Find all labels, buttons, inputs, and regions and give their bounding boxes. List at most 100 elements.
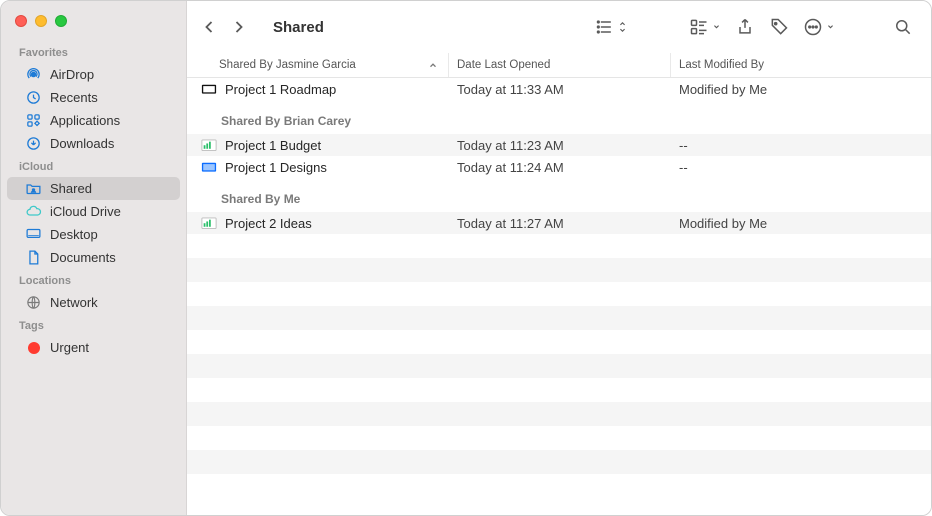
share-button[interactable] bbox=[731, 17, 759, 37]
column-header-name-label: Shared By Jasmine Garcia bbox=[219, 59, 356, 71]
view-mode-button[interactable] bbox=[591, 17, 631, 37]
column-header-modified[interactable]: Last Modified By bbox=[671, 53, 931, 77]
file-modified: -- bbox=[671, 160, 931, 175]
sidebar-item-label: Urgent bbox=[50, 340, 89, 355]
sidebar-item-label: Desktop bbox=[50, 227, 98, 242]
sidebar-item-label: iCloud Drive bbox=[50, 204, 121, 219]
file-row[interactable]: Project 2 Ideas Today at 11:27 AM Modifi… bbox=[187, 212, 931, 234]
file-modified: Modified by Me bbox=[671, 216, 931, 231]
sort-ascending-icon bbox=[428, 60, 438, 70]
sidebar-item-label: Recents bbox=[50, 90, 98, 105]
toolbar: Shared bbox=[187, 1, 931, 53]
empty-row bbox=[187, 330, 931, 354]
empty-row bbox=[187, 234, 931, 258]
shared-folder-icon bbox=[25, 180, 42, 197]
sidebar-item-recents[interactable]: Recents bbox=[7, 86, 180, 109]
empty-row bbox=[187, 426, 931, 450]
sidebar-section-favorites: Favorites bbox=[1, 41, 186, 63]
list-view-icon bbox=[595, 17, 615, 37]
globe-icon bbox=[25, 294, 42, 311]
empty-row bbox=[187, 354, 931, 378]
sidebar-item-label: Shared bbox=[50, 181, 92, 196]
updown-chevron-icon bbox=[618, 20, 627, 34]
ellipsis-circle-icon bbox=[803, 17, 823, 37]
forward-button[interactable] bbox=[225, 14, 253, 40]
file-name: Project 1 Roadmap bbox=[225, 82, 336, 97]
file-row[interactable]: Project 1 Roadmap Today at 11:33 AM Modi… bbox=[187, 78, 931, 100]
sidebar-item-label: Applications bbox=[50, 113, 120, 128]
sidebar-item-tag-urgent[interactable]: Urgent bbox=[7, 336, 180, 359]
file-name: Project 1 Budget bbox=[225, 138, 321, 153]
file-name: Project 2 Ideas bbox=[225, 216, 312, 231]
numbers-icon bbox=[201, 216, 217, 230]
search-button[interactable] bbox=[889, 17, 917, 37]
download-icon bbox=[25, 135, 42, 152]
column-header-name[interactable]: Shared By Jasmine Garcia bbox=[197, 53, 449, 77]
file-modified: -- bbox=[671, 138, 931, 153]
column-headers: Shared By Jasmine Garcia Date Last Opene… bbox=[187, 53, 931, 78]
window-controls bbox=[1, 9, 186, 41]
file-date: Today at 11:23 AM bbox=[449, 138, 671, 153]
sidebar-item-icloud-drive[interactable]: iCloud Drive bbox=[7, 200, 180, 223]
group-header: Shared By Brian Carey bbox=[187, 100, 931, 134]
file-list: Project 1 Roadmap Today at 11:33 AM Modi… bbox=[187, 78, 931, 515]
sidebar-item-label: Network bbox=[50, 295, 98, 310]
sidebar-item-applications[interactable]: Applications bbox=[7, 109, 180, 132]
close-window-button[interactable] bbox=[15, 15, 27, 27]
sidebar-item-label: AirDrop bbox=[50, 67, 94, 82]
file-date: Today at 11:24 AM bbox=[449, 160, 671, 175]
numbers-icon bbox=[201, 138, 217, 152]
file-name: Project 1 Designs bbox=[225, 160, 327, 175]
search-icon bbox=[893, 17, 913, 37]
sidebar-section-tags: Tags bbox=[1, 314, 186, 336]
cloud-icon bbox=[25, 203, 42, 220]
nav-buttons bbox=[195, 14, 259, 40]
clock-icon bbox=[25, 89, 42, 106]
document-icon bbox=[25, 249, 42, 266]
chevron-down-icon bbox=[712, 20, 721, 34]
sidebar-section-icloud: iCloud bbox=[1, 155, 186, 177]
sidebar-item-desktop[interactable]: Desktop bbox=[7, 223, 180, 246]
sidebar-item-documents[interactable]: Documents bbox=[7, 246, 180, 269]
keynote-icon bbox=[201, 82, 217, 96]
chevron-down-icon bbox=[826, 20, 835, 34]
empty-row bbox=[187, 282, 931, 306]
tags-button[interactable] bbox=[765, 17, 793, 37]
empty-row bbox=[187, 258, 931, 282]
finder-window: Favorites AirDrop Recents Applications D… bbox=[0, 0, 932, 516]
group-header: Shared By Me bbox=[187, 178, 931, 212]
file-modified: Modified by Me bbox=[671, 82, 931, 97]
minimize-window-button[interactable] bbox=[35, 15, 47, 27]
tag-icon bbox=[769, 17, 789, 37]
sidebar-item-network[interactable]: Network bbox=[7, 291, 180, 314]
airdrop-icon bbox=[25, 66, 42, 83]
file-date: Today at 11:27 AM bbox=[449, 216, 671, 231]
window-title: Shared bbox=[265, 19, 324, 36]
sidebar-item-label: Documents bbox=[50, 250, 116, 265]
sidebar-item-shared[interactable]: Shared bbox=[7, 177, 180, 200]
keynote-blue-icon bbox=[201, 160, 217, 174]
apps-icon bbox=[25, 112, 42, 129]
empty-row bbox=[187, 450, 931, 474]
back-button[interactable] bbox=[195, 14, 223, 40]
empty-row bbox=[187, 378, 931, 402]
file-row[interactable]: Project 1 Budget Today at 11:23 AM -- bbox=[187, 134, 931, 156]
desktop-icon bbox=[25, 226, 42, 243]
sidebar-item-airdrop[interactable]: AirDrop bbox=[7, 63, 180, 86]
group-icon bbox=[689, 17, 709, 37]
more-actions-button[interactable] bbox=[799, 17, 839, 37]
share-icon bbox=[735, 17, 755, 37]
file-row[interactable]: Project 1 Designs Today at 11:24 AM -- bbox=[187, 156, 931, 178]
file-date: Today at 11:33 AM bbox=[449, 82, 671, 97]
group-by-button[interactable] bbox=[685, 17, 725, 37]
empty-row bbox=[187, 402, 931, 426]
tag-red-icon bbox=[25, 339, 42, 356]
sidebar-item-label: Downloads bbox=[50, 136, 114, 151]
main-content: Shared bbox=[187, 1, 931, 515]
sidebar-item-downloads[interactable]: Downloads bbox=[7, 132, 180, 155]
sidebar: Favorites AirDrop Recents Applications D… bbox=[1, 1, 187, 515]
empty-row bbox=[187, 306, 931, 330]
zoom-window-button[interactable] bbox=[55, 15, 67, 27]
column-header-date[interactable]: Date Last Opened bbox=[449, 53, 671, 77]
sidebar-section-locations: Locations bbox=[1, 269, 186, 291]
